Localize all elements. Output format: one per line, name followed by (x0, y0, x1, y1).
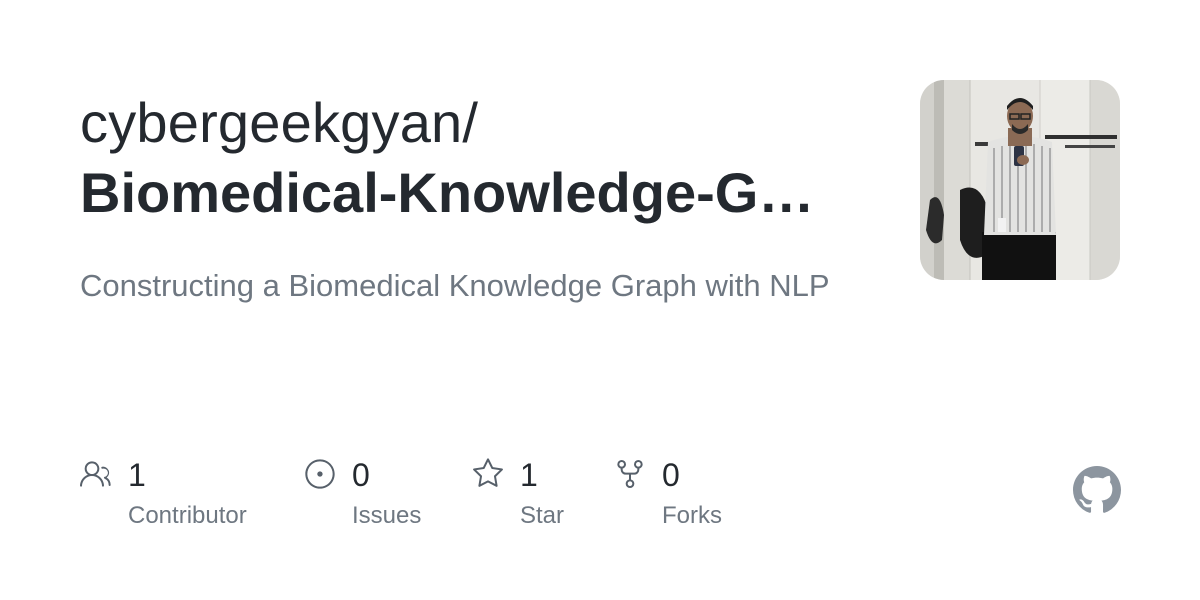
repo-forked-icon (617, 460, 643, 488)
star-icon (473, 458, 503, 487)
issues-count: 0 (352, 457, 370, 493)
repo-owner[interactable]: cybergeekgyan/ (80, 88, 870, 158)
issue-opened-icon (305, 459, 335, 489)
repo-description: Constructing a Biomedical Knowledge Grap… (80, 268, 830, 303)
repo-title: cybergeekgyan/ Biomedical-Knowledge-Grap… (80, 88, 870, 228)
owner-avatar[interactable] (920, 80, 1120, 280)
repo-social-card: cybergeekgyan/ Biomedical-Knowledge-Grap… (0, 0, 1200, 600)
issues-label: Issues (352, 502, 422, 529)
stars-label: Star (520, 502, 565, 529)
forks-label: Forks (662, 502, 722, 529)
repo-name[interactable]: Biomedical-Knowledge-Graph-Construction (80, 158, 825, 228)
github-logo-icon[interactable] (1073, 466, 1121, 514)
contributors-count: 1 (128, 457, 146, 493)
forks-count: 0 (662, 457, 680, 493)
stars-count: 1 (520, 457, 538, 493)
people-icon (80, 461, 111, 487)
contributors-label: Contributor (128, 502, 247, 529)
